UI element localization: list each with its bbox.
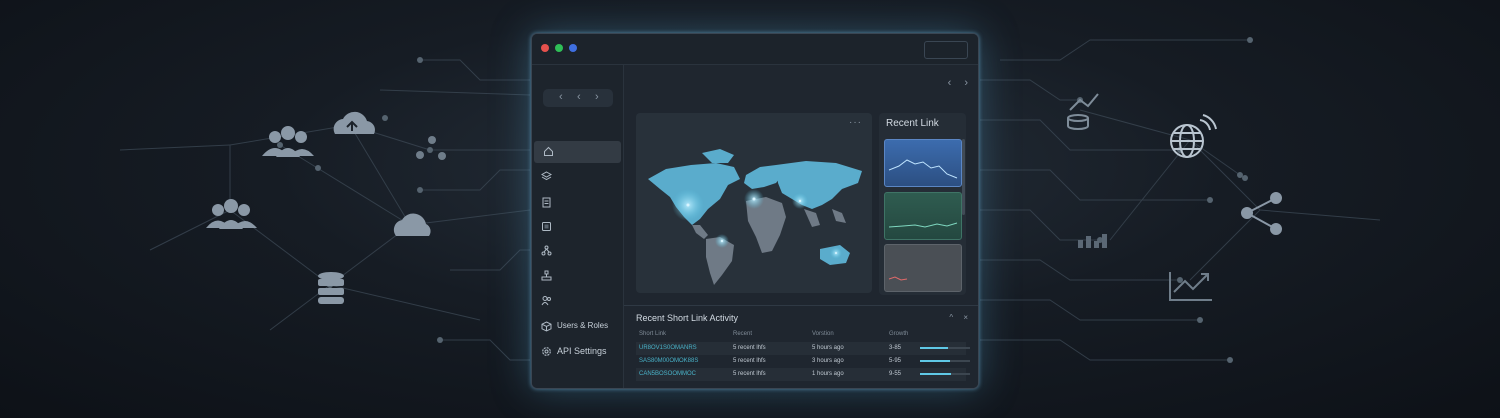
recent-scrollbar[interactable]: [962, 139, 965, 215]
growth-bar: [920, 373, 970, 375]
activity-panel: Recent Short Link Activity ^ × Short Lin…: [624, 305, 978, 388]
column-header: Short Link: [639, 331, 667, 337]
main-content: ‹ › ··· Recent Link Recent Short Link Ac…: [624, 65, 978, 388]
growth-label: 5-95: [889, 358, 902, 364]
sidebar-item-hierarchy[interactable]: [532, 265, 621, 287]
close-icon[interactable]: ×: [963, 313, 968, 322]
pager: ‹ ›: [938, 77, 968, 89]
time-cell: 1 hours ago: [812, 371, 844, 377]
gear-icon: [542, 347, 551, 356]
trend-chart-icon: [1169, 272, 1212, 301]
short-link[interactable]: CAN5BOSOOMMOC: [639, 371, 696, 377]
time-cell: 5 hours ago: [812, 345, 844, 351]
sidebar-item-network[interactable]: [532, 240, 621, 262]
nav-left-button[interactable]: ‹: [559, 91, 563, 103]
world-map: [648, 149, 862, 285]
table-row[interactable]: CAN5BOSOOMMOC 5 recent lhfs 1 hours ago …: [636, 368, 970, 381]
app-window: ‹ ‹ › Users & Roles API Settings ‹ › ···…: [531, 33, 979, 389]
cloud-icon: [393, 213, 431, 236]
maximize-dot[interactable]: [569, 44, 577, 52]
sidebar-item-users-roles[interactable]: Users & Roles: [532, 316, 621, 338]
growth-bar-fill: [920, 347, 948, 349]
recent-cell: 5 recent lhfs: [733, 358, 766, 364]
sparkline: [888, 222, 958, 228]
wave-chart-icon: [1078, 234, 1107, 248]
sidebar-item-users[interactable]: [532, 290, 621, 312]
chart-database-icon: [1067, 93, 1099, 130]
collapse-icon[interactable]: ^: [949, 313, 953, 322]
growth-bar: [920, 347, 970, 349]
table-row[interactable]: SAS80M00OMOK88S 5 recent lhfs 3 hours ag…: [636, 355, 970, 368]
sidebar-item-document[interactable]: [532, 192, 621, 214]
hierarchy-icon: [541, 270, 552, 281]
sidebar-item-api-settings[interactable]: API Settings: [532, 341, 621, 363]
document-icon: [542, 197, 551, 208]
nav-next-button[interactable]: ›: [595, 91, 599, 103]
grid-icon: [542, 222, 551, 231]
short-link[interactable]: UR8OV1S0OMANRS: [639, 345, 697, 351]
recent-link-card[interactable]: [884, 244, 962, 292]
column-header: Recent: [733, 331, 753, 337]
growth-label: 9-55: [889, 371, 902, 377]
network-icon: [541, 245, 552, 256]
sidebar-item-grid[interactable]: [532, 216, 621, 238]
users-group-icon: [262, 126, 314, 157]
sidebar-item-layers[interactable]: [532, 166, 621, 188]
activity-controls: ^ ×: [941, 313, 968, 322]
activity-title: Recent Short Link Activity: [636, 313, 739, 323]
recent-link-card[interactable]: [884, 192, 962, 240]
short-link[interactable]: SAS80M00OMOK88S: [639, 358, 698, 364]
cloud-upload-icon: [333, 111, 375, 134]
titlebar-search-box[interactable]: [924, 41, 968, 59]
title-bar: [532, 34, 978, 65]
sidebar-item-home[interactable]: [534, 141, 621, 163]
sidebar-item-label: Users & Roles: [557, 321, 609, 330]
sparkline: [888, 276, 908, 281]
sidebar: ‹ ‹ › Users & Roles API Settings: [532, 65, 624, 388]
recent-link-panel: Recent Link: [879, 113, 966, 295]
growth-bar: [920, 360, 970, 362]
sparkline: [888, 159, 958, 179]
next-button[interactable]: ›: [964, 77, 968, 89]
column-header: Vorstion: [812, 331, 834, 337]
sidebar-item-label: API Settings: [557, 346, 607, 356]
nav-back-button[interactable]: ‹: [577, 91, 581, 103]
prev-button[interactable]: ‹: [948, 77, 952, 89]
column-header: Growth: [889, 331, 909, 337]
world-map-panel: ···: [636, 113, 872, 293]
minimize-dot[interactable]: [555, 44, 563, 52]
growth-bar-fill: [920, 373, 951, 375]
cube-icon: [541, 321, 552, 332]
share-icon: [1241, 192, 1282, 235]
layers-icon: [541, 171, 552, 181]
recent-link-title: Recent Link: [886, 118, 939, 129]
growth-label: 3-85: [889, 345, 902, 351]
recent-cell: 5 recent lhfs: [733, 371, 766, 377]
time-cell: 3 hours ago: [812, 358, 844, 364]
more-icon[interactable]: ···: [849, 117, 862, 128]
database-icon: [318, 272, 344, 304]
recent-cell: 5 recent lhfs: [733, 345, 766, 351]
growth-bar-fill: [920, 360, 950, 362]
sidebar-nav-pill: ‹ ‹ ›: [543, 89, 613, 107]
recent-link-card[interactable]: [884, 139, 962, 187]
users-icon: [541, 296, 551, 306]
close-dot[interactable]: [541, 44, 549, 52]
table-row[interactable]: UR8OV1S0OMANRS 5 recent lhfs 5 hours ago…: [636, 342, 970, 355]
users-group-icon-2: [206, 199, 257, 229]
home-icon: [544, 146, 553, 156]
